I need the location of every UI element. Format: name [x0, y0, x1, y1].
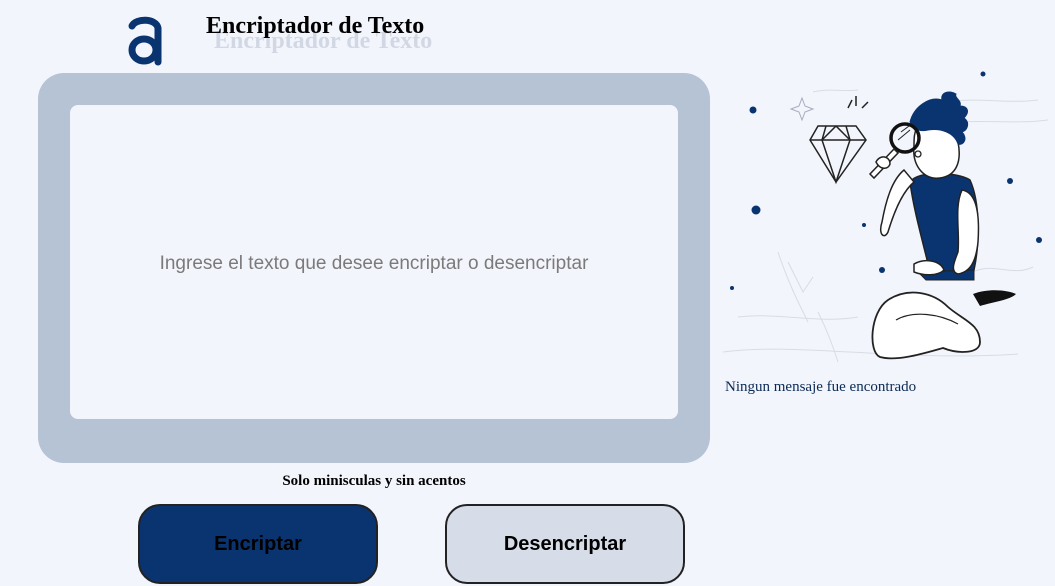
input-hint: Solo minisculas y sin acentos [282, 473, 466, 489]
no-message-text: Ningun mensaje fue encontrado [725, 379, 917, 395]
alura-logo-icon [128, 16, 162, 66]
text-input[interactable] [70, 105, 678, 419]
encrypt-button[interactable]: Encriptar [138, 504, 378, 584]
diamond-icon [809, 125, 867, 185]
person-figure [868, 91, 1016, 360]
page-title: Encriptador de Texto [206, 13, 425, 39]
page: Encriptador de Texto Encriptador de Text… [0, 0, 1055, 586]
decrypt-button[interactable]: Desencriptar [445, 504, 685, 584]
person-with-magnifier-illustration [722, 71, 1049, 363]
